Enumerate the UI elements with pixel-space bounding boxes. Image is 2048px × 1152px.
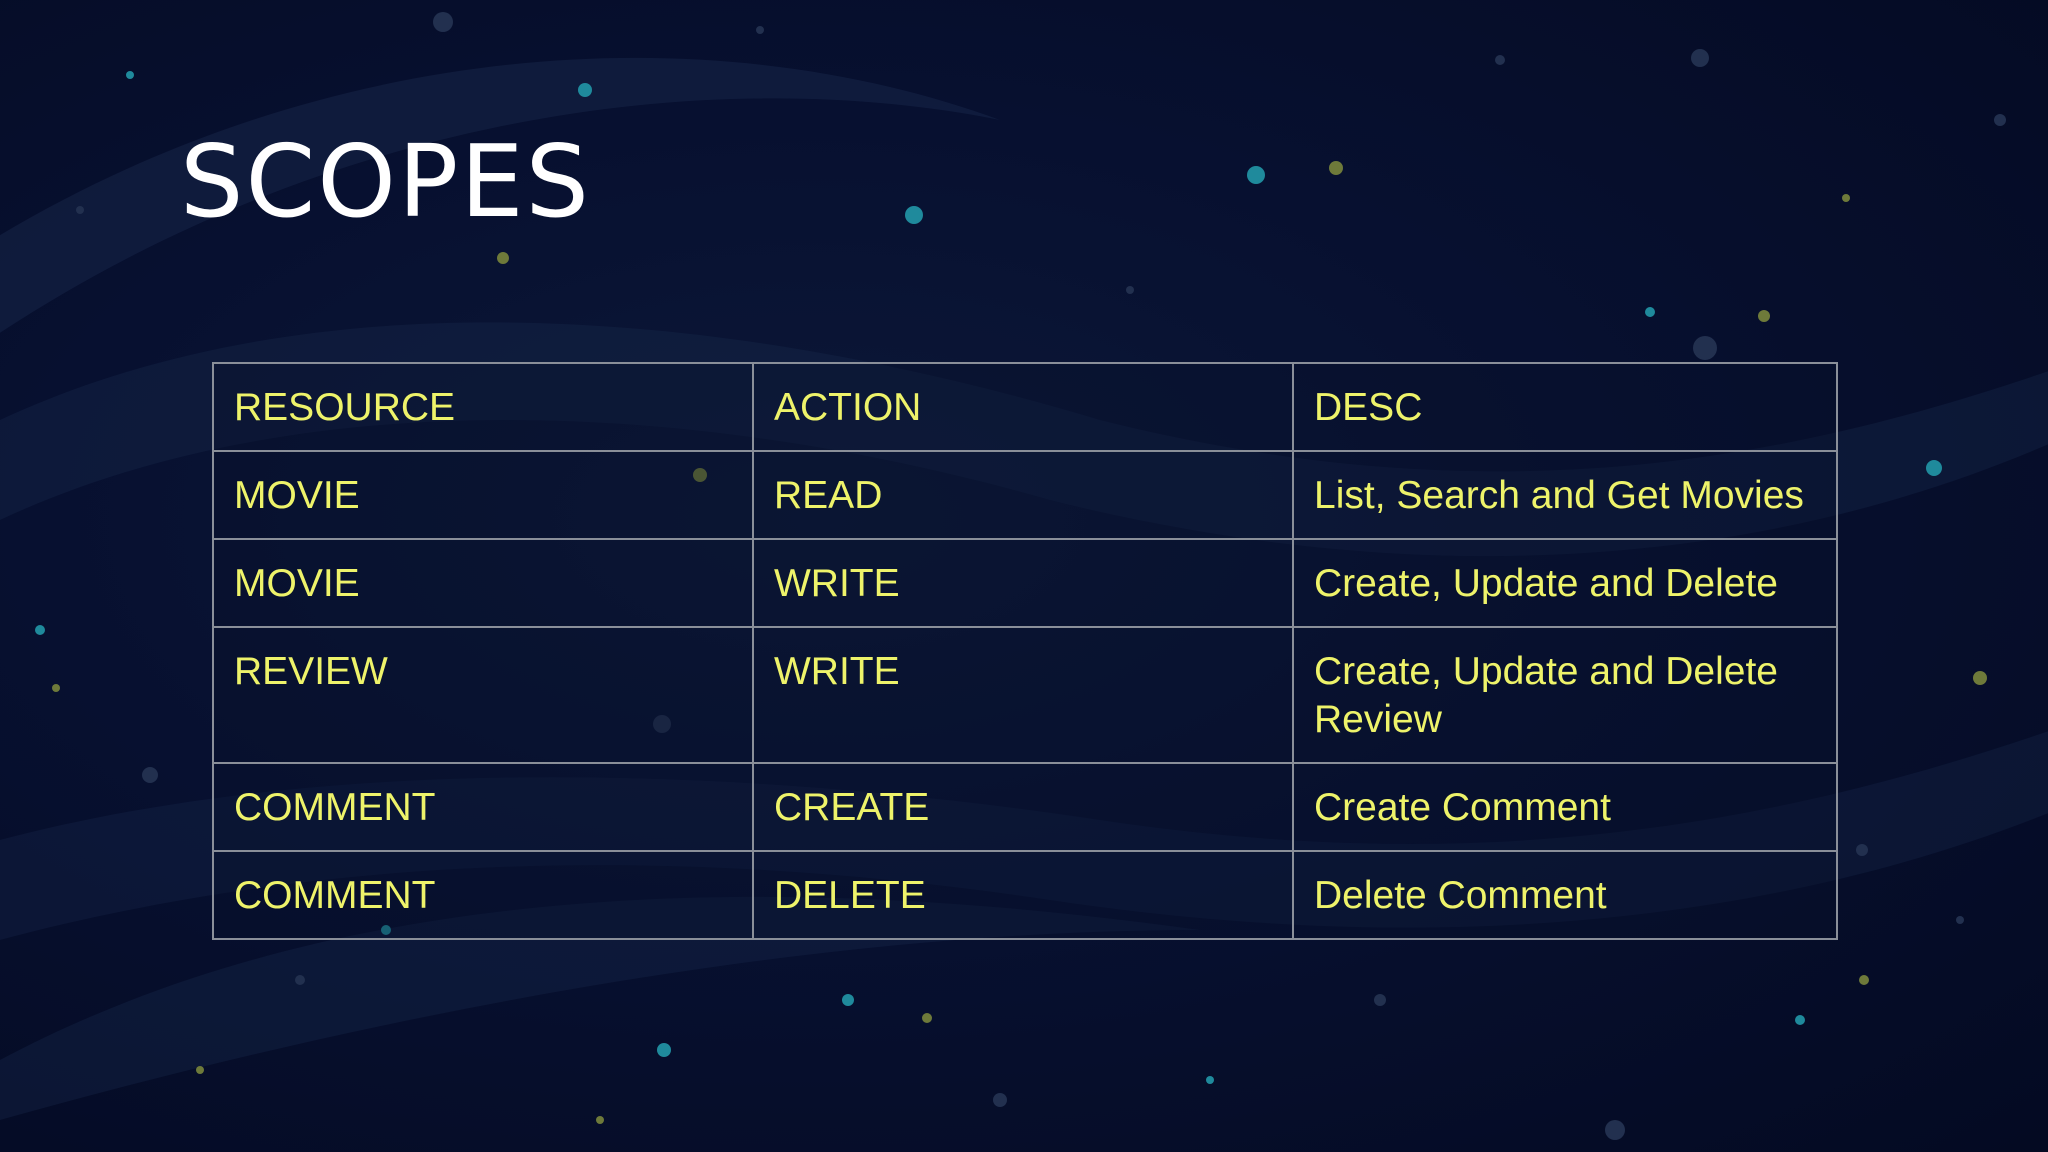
header-cell-desc: DESC	[1292, 362, 1838, 452]
table-cell-desc: List, Search and Get Movies	[1292, 450, 1838, 540]
table-cell-desc: Delete Comment	[1292, 850, 1838, 940]
slide-title: SCOPES	[180, 123, 591, 240]
table-cell-resource: MOVIE	[212, 450, 754, 540]
table-cell-desc: Create, Update and Delete Review	[1292, 626, 1838, 764]
table-header-row: RESOURCE ACTION DESC	[212, 362, 1838, 452]
table-cell-action: CREATE	[752, 762, 1294, 852]
table-row: MOVIE WRITE Create, Update and Delete	[212, 538, 1838, 628]
scopes-table: RESOURCE ACTION DESC MOVIE READ List, Se…	[212, 362, 1838, 940]
header-cell-resource: RESOURCE	[212, 362, 754, 452]
header-cell-action: ACTION	[752, 362, 1294, 452]
table-cell-action: READ	[752, 450, 1294, 540]
table-row: COMMENT CREATE Create Comment	[212, 762, 1838, 852]
table-cell-resource: MOVIE	[212, 538, 754, 628]
table-row: MOVIE READ List, Search and Get Movies	[212, 450, 1838, 540]
slide: SCOPES RESOURCE ACTION DESC MOVIE READ L…	[0, 0, 2048, 1152]
table-cell-action: DELETE	[752, 850, 1294, 940]
table-row: REVIEW WRITE Create, Update and Delete R…	[212, 626, 1838, 764]
table-cell-desc: Create, Update and Delete	[1292, 538, 1838, 628]
table-row: COMMENT DELETE Delete Comment	[212, 850, 1838, 940]
table-cell-desc: Create Comment	[1292, 762, 1838, 852]
table-cell-action: WRITE	[752, 538, 1294, 628]
table-cell-resource: REVIEW	[212, 626, 754, 764]
table-cell-action: WRITE	[752, 626, 1294, 764]
table-cell-resource: COMMENT	[212, 762, 754, 852]
table-cell-resource: COMMENT	[212, 850, 754, 940]
